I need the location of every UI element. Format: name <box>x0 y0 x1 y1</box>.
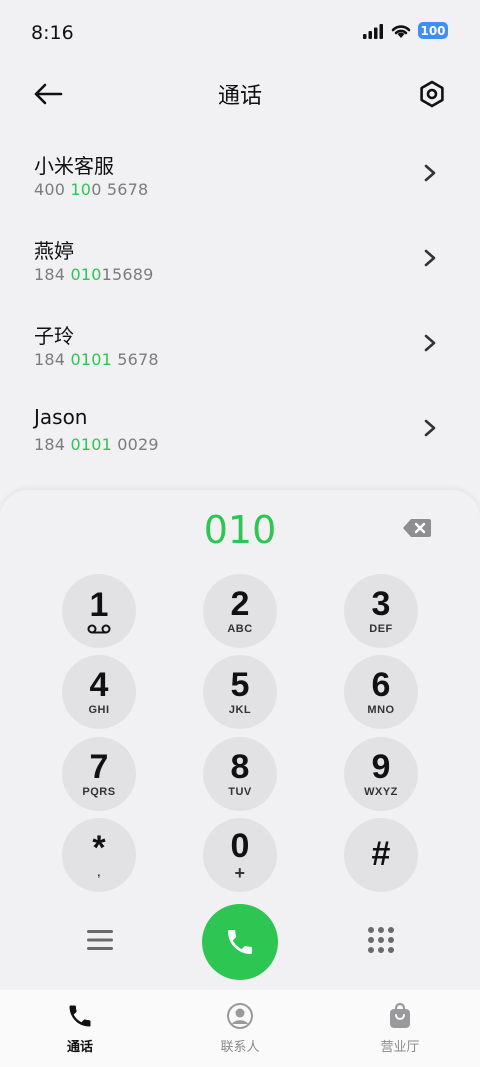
key-letters: , <box>97 867 101 879</box>
backspace-icon[interactable] <box>402 518 432 538</box>
number-part: 400 <box>34 180 66 199</box>
key-letters: DEF <box>369 623 393 635</box>
dial-key-0[interactable]: 0 + <box>203 818 277 892</box>
tab-store[interactable]: 营业厅 <box>320 990 480 1067</box>
bottom-nav: 通话 联系人 营业厅 <box>0 990 480 1067</box>
wifi-icon <box>391 24 411 38</box>
settings-button[interactable] <box>414 76 450 112</box>
contact-number: 184 0101 0029 <box>34 435 159 454</box>
status-time: 8:16 <box>31 22 74 44</box>
tab-label: 通话 <box>66 1040 93 1055</box>
contact-row[interactable]: 子玲 184 0101 5678 <box>0 300 480 385</box>
key-digit: 0 <box>230 827 250 865</box>
dial-key-4[interactable]: 4 GHI <box>62 655 136 729</box>
phone-screen: 8:16 100 通话 小米客服 400 100 5678 燕婷 184 010… <box>0 0 480 1067</box>
dial-key-8[interactable]: 8 TUV <box>203 737 277 811</box>
key-letters: JKL <box>228 704 252 716</box>
chevron-right-icon <box>424 164 436 182</box>
chevron-right-icon <box>424 419 436 437</box>
key-letters: PQRS <box>82 786 116 798</box>
key-digit: 8 <box>230 748 250 786</box>
contact-number: 400 100 5678 <box>34 180 148 199</box>
dial-key-hash[interactable]: # <box>344 818 418 892</box>
gear-icon <box>420 80 444 108</box>
contact-name: 小米客服 <box>34 154 114 178</box>
contact-list: 小米客服 400 100 5678 燕婷 184 01015689 子玲 184… <box>0 130 480 470</box>
call-button[interactable] <box>202 904 278 980</box>
keypad-grid-icon[interactable] <box>367 926 395 954</box>
contact-number: 184 01015689 <box>34 265 153 284</box>
contact-name: Jason <box>34 405 88 429</box>
key-digit: 9 <box>371 748 391 786</box>
key-letters: TUV <box>228 786 252 798</box>
tab-label: 营业厅 <box>380 1040 420 1055</box>
key-digit: 4 <box>89 666 109 704</box>
number-match: 010 <box>70 265 102 284</box>
header: 通话 <box>0 66 480 122</box>
tab-contacts[interactable]: 联系人 <box>160 990 320 1067</box>
contacts-icon <box>227 1003 253 1029</box>
contact-row[interactable]: 小米客服 400 100 5678 <box>0 130 480 215</box>
store-icon <box>390 1002 410 1028</box>
number-match: 10 <box>65 180 92 199</box>
key-letters: + <box>234 863 246 883</box>
phone-icon <box>69 1005 91 1027</box>
dial-key-3[interactable]: 3 DEF <box>344 574 418 648</box>
contact-number: 184 0101 5678 <box>34 350 159 369</box>
voicemail-icon <box>87 624 111 634</box>
key-letters: ABC <box>227 623 253 635</box>
key-digit: 7 <box>89 748 109 786</box>
dial-key-1[interactable]: 1 <box>62 574 136 648</box>
dialer-panel: 010 1 2 ABC 3 DEF 4 GHI 5 JKL 6 MNO 7 PQ… <box>0 490 480 990</box>
chevron-right-icon <box>424 249 436 267</box>
key-digit: * <box>92 829 106 867</box>
tab-calls[interactable]: 通话 <box>0 990 160 1067</box>
key-letters: WXYZ <box>364 786 398 798</box>
menu-icon[interactable] <box>86 928 114 952</box>
key-letters: MNO <box>367 704 395 716</box>
chevron-right-icon <box>424 334 436 352</box>
contact-name: 子玲 <box>34 324 74 348</box>
dial-key-7[interactable]: 7 PQRS <box>62 737 136 811</box>
number-match: 0101 <box>70 435 112 454</box>
key-digit: 5 <box>230 666 250 704</box>
key-digit: 3 <box>371 585 391 623</box>
key-digit: 6 <box>371 666 391 704</box>
dial-key-6[interactable]: 6 MNO <box>344 655 418 729</box>
key-digit: # <box>371 835 391 873</box>
tab-label: 联系人 <box>220 1040 260 1055</box>
number-part: 0029 <box>111 435 159 454</box>
number-part: 184 <box>34 435 71 454</box>
dial-key-star[interactable]: * , <box>62 818 136 892</box>
number-part: 5678 <box>111 350 159 369</box>
contact-name: 燕婷 <box>34 239 74 263</box>
key-digit: 2 <box>230 585 250 623</box>
key-letters: GHI <box>88 704 110 716</box>
signal-icon <box>363 23 383 39</box>
contact-row[interactable]: 燕婷 184 01015689 <box>0 215 480 300</box>
dial-key-9[interactable]: 9 WXYZ <box>344 737 418 811</box>
number-match: 0101 <box>70 350 112 369</box>
number-part: 184 <box>34 350 71 369</box>
status-bar: 8:16 100 <box>0 0 480 66</box>
contact-row[interactable]: Jason 184 0101 0029 <box>0 385 480 470</box>
dial-key-5[interactable]: 5 JKL <box>203 655 277 729</box>
dial-key-2[interactable]: 2 ABC <box>203 574 277 648</box>
battery-indicator: 100 <box>418 22 448 39</box>
page-title: 通话 <box>217 84 262 109</box>
number-part: 184 <box>34 265 71 284</box>
status-icons: 100 <box>362 22 448 39</box>
number-part: 15689 <box>101 265 154 284</box>
phone-icon <box>228 930 252 954</box>
number-part: 0 5678 <box>91 180 149 199</box>
key-digit: 1 <box>89 586 109 624</box>
